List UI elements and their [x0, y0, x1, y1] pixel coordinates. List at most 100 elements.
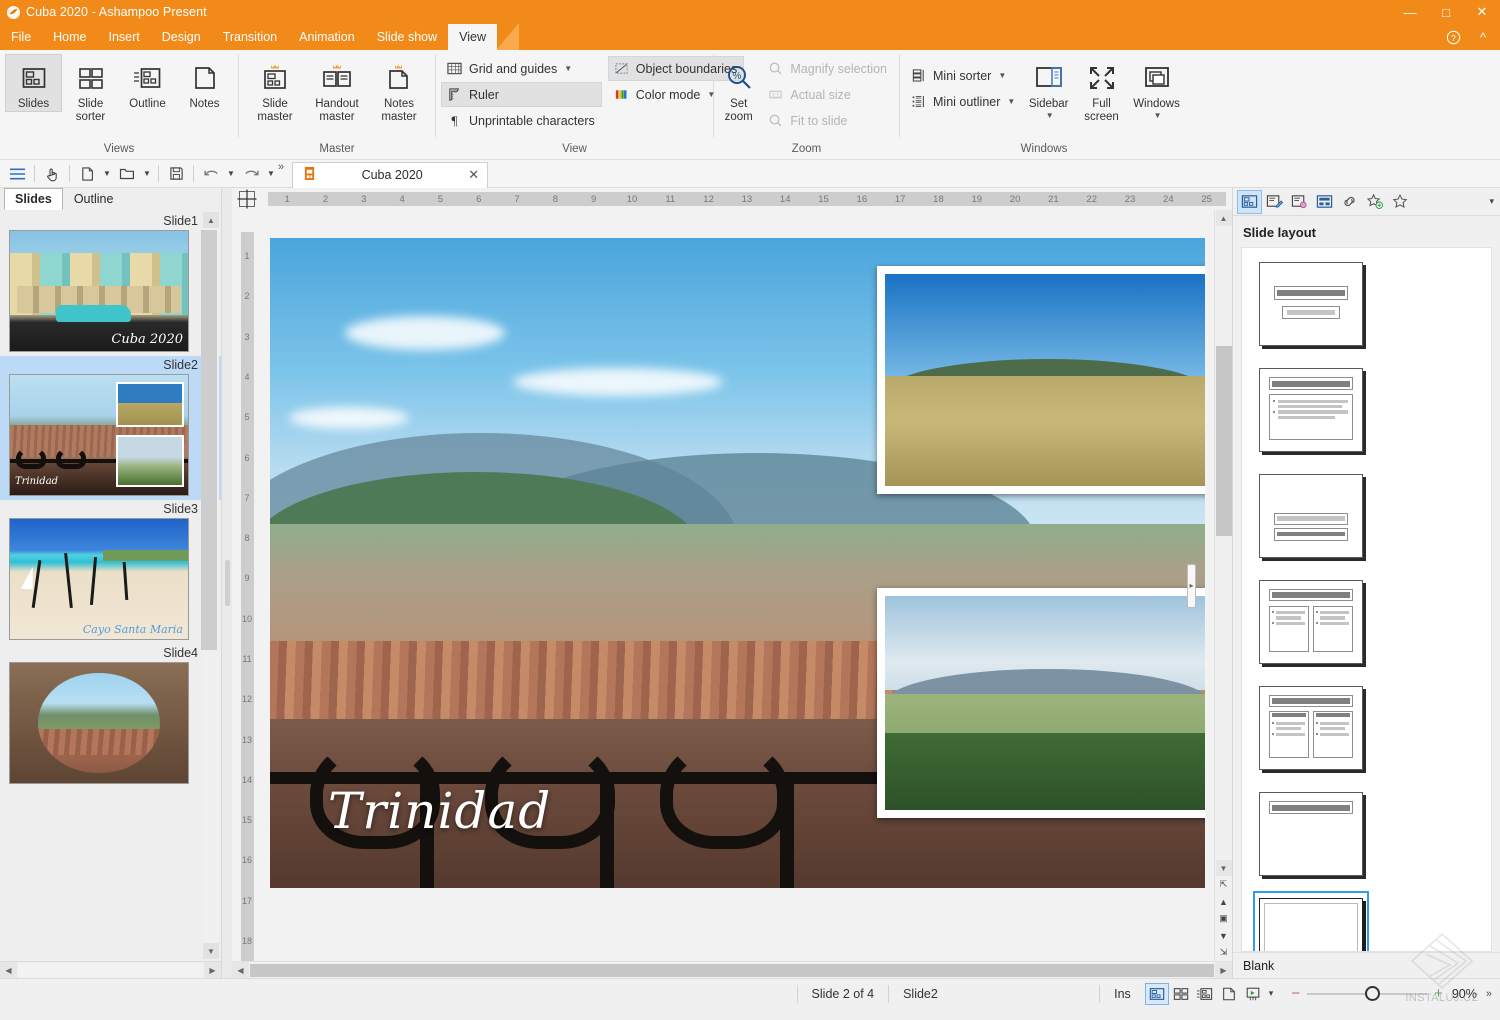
scroll-left-button[interactable]: ◀ — [0, 962, 17, 979]
chevron-down-icon[interactable]: ▼ — [1007, 97, 1015, 106]
slide-canvas[interactable]: Trinidad ▸ — [262, 210, 1214, 961]
editor-vertical-scrollbar[interactable]: ▲ ▼ ⇱ ▲ ▣ ▼ ⇲ — [1214, 210, 1232, 961]
menu-item-home[interactable]: Home — [42, 24, 97, 50]
slide-thumbnail-image[interactable] — [9, 662, 189, 784]
touch-mode-button[interactable] — [39, 162, 65, 186]
editor-horizontal-scrollbar[interactable]: ◀ ▶ — [232, 961, 1232, 978]
layout-blank[interactable] — [1253, 891, 1369, 952]
close-tab-icon[interactable]: ✕ — [468, 167, 479, 183]
slides-view-button[interactable]: Slides — [5, 54, 62, 112]
slideshow-view-button[interactable] — [1241, 983, 1265, 1005]
notes-view-button[interactable] — [1217, 983, 1241, 1005]
zoom-in-button[interactable]: + — [1434, 985, 1443, 1002]
new-dropdown-icon[interactable]: ▼ — [100, 162, 114, 186]
slides-panel-scrollbar[interactable]: ▲ ▼ — [203, 212, 219, 959]
notes-button[interactable]: Notes — [176, 54, 233, 112]
scroll-right-button[interactable]: ▶ — [1215, 962, 1232, 979]
notes-master-button[interactable]: Notes master — [368, 54, 430, 125]
scroll-up-button[interactable]: ▲ — [203, 212, 219, 228]
menu-item-design[interactable]: Design — [151, 24, 212, 50]
zoom-out-button[interactable]: − — [1291, 985, 1300, 1002]
collapse-ribbon-icon[interactable]: ^ — [1470, 26, 1496, 48]
slide-thumbnail-image[interactable]: Cayo Santa Maria — [9, 518, 189, 640]
slide-design-icon[interactable] — [1262, 190, 1287, 214]
menu-item-file[interactable]: File — [0, 24, 42, 50]
layout-title-only[interactable] — [1253, 785, 1369, 883]
handout-master-button[interactable]: Handout master — [306, 54, 368, 125]
slides-panel-h-scrollbar[interactable]: ◀ ▶ — [0, 961, 221, 978]
slide-title-text[interactable]: Trinidad — [328, 782, 551, 840]
last-slide-icon[interactable]: ⇲ — [1216, 944, 1232, 961]
sidebar-button[interactable]: Sidebar ▼ — [1024, 54, 1073, 121]
help-icon[interactable]: ? — [1440, 26, 1466, 48]
redo-button[interactable] — [238, 162, 264, 186]
slide-thumbnail-3[interactable]: Slide3 Cayo Santa Maria — [0, 500, 221, 644]
slide-sorter-view-button[interactable] — [1169, 983, 1193, 1005]
panel-splitter[interactable] — [222, 188, 232, 978]
color-scheme-icon[interactable] — [1287, 190, 1312, 214]
zoom-level-label[interactable]: 90% — [1450, 987, 1477, 1001]
layout-title-subtitle-bottom[interactable] — [1253, 467, 1369, 565]
scroll-thumb-horizontal[interactable] — [250, 964, 1214, 977]
menu-item-view[interactable]: View — [448, 24, 497, 50]
unprintable-characters-button[interactable]: ¶ Unprintable characters — [441, 108, 602, 133]
favorites-icon[interactable] — [1387, 190, 1412, 214]
sidebar-menu-caret-icon[interactable]: ▾ — [1489, 196, 1494, 207]
scroll-down-button[interactable]: ▼ — [203, 943, 219, 959]
undo-button[interactable] — [198, 162, 224, 186]
ruler-corner-icon[interactable] — [232, 188, 262, 210]
slide-thumbnail-image[interactable]: Cuba 2020 — [9, 230, 189, 352]
slide-master-button[interactable]: Slide master — [244, 54, 306, 125]
open-dropdown-icon[interactable]: ▼ — [140, 162, 154, 186]
scroll-thumb[interactable] — [1216, 346, 1232, 536]
chevron-down-icon[interactable]: ▼ — [564, 64, 572, 73]
grid-and-guides-button[interactable]: Grid and guides ▼ — [441, 56, 602, 81]
slide-layout-list[interactable] — [1241, 247, 1492, 952]
menu-item-slide-show[interactable]: Slide show — [366, 24, 448, 50]
zoom-slider[interactable] — [1307, 993, 1427, 995]
horizontal-ruler[interactable]: 1234567891011121314151617181920212223242… — [268, 192, 1226, 206]
maximize-button[interactable]: □ — [1428, 0, 1464, 24]
zoom-slider-knob[interactable] — [1365, 986, 1380, 1001]
outline-button[interactable]: Outline — [119, 54, 176, 112]
open-button[interactable] — [114, 162, 140, 186]
qat-overflow-icon[interactable]: » — [278, 161, 284, 173]
scroll-up-button[interactable]: ▲ — [1216, 210, 1232, 226]
windows-button[interactable]: Windows ▼ — [1130, 54, 1183, 121]
view-dropdown-caret-icon[interactable]: ▾ — [1265, 988, 1284, 999]
normal-view-button[interactable] — [1145, 983, 1169, 1005]
slide-thumbnail-image[interactable]: Trinidad — [9, 374, 189, 496]
scroll-right-button[interactable]: ▶ — [204, 962, 221, 979]
current-slide[interactable]: Trinidad — [270, 238, 1205, 888]
insert-mode-label[interactable]: Ins — [1100, 987, 1145, 1001]
layout-title-two-content[interactable] — [1253, 573, 1369, 671]
hyperlink-icon[interactable] — [1337, 190, 1362, 214]
scroll-thumb-horizontal[interactable] — [18, 964, 203, 977]
scroll-thumb[interactable] — [201, 230, 217, 650]
inset-photo-grassland[interactable] — [877, 266, 1205, 494]
mini-sorter-button[interactable]: Mini sorter ▼ — [905, 63, 1022, 88]
slide-thumbnail-2[interactable]: Slide2 Trinidad — [0, 356, 221, 500]
browse-object-icon[interactable]: ▣ — [1216, 910, 1232, 927]
set-zoom-button[interactable]: % Set zoom — [719, 54, 758, 125]
chevron-down-icon[interactable]: ▼ — [1154, 111, 1162, 120]
layout-title-two-column[interactable] — [1253, 679, 1369, 777]
slide-thumbnail-4[interactable]: Slide4 — [0, 644, 221, 788]
menu-item-transition[interactable]: Transition — [212, 24, 288, 50]
editor-sidebar-splitter[interactable]: ▸ — [1187, 564, 1196, 608]
vertical-ruler[interactable]: 123456789101112131415161718 — [241, 232, 254, 961]
new-button[interactable] — [74, 162, 100, 186]
previous-slide-icon[interactable]: ▲ — [1216, 893, 1232, 910]
menu-item-animation[interactable]: Animation — [288, 24, 366, 50]
menu-button[interactable] — [4, 162, 30, 186]
document-tab[interactable]: Cuba 2020 ✕ — [292, 162, 488, 188]
close-button[interactable]: ✕ — [1464, 0, 1500, 24]
status-overflow-icon[interactable]: » — [1484, 988, 1500, 1000]
ruler-button[interactable]: Ruler — [441, 82, 602, 107]
add-favorite-icon[interactable] — [1362, 190, 1387, 214]
slide-thumbnail-1[interactable]: Slide1 Cuba 2020 — [0, 212, 221, 356]
tab-slides[interactable]: Slides — [4, 188, 63, 210]
full-screen-button[interactable]: Full screen — [1075, 54, 1128, 125]
slide-layout-icon[interactable] — [1237, 190, 1262, 214]
save-button[interactable] — [163, 162, 189, 186]
